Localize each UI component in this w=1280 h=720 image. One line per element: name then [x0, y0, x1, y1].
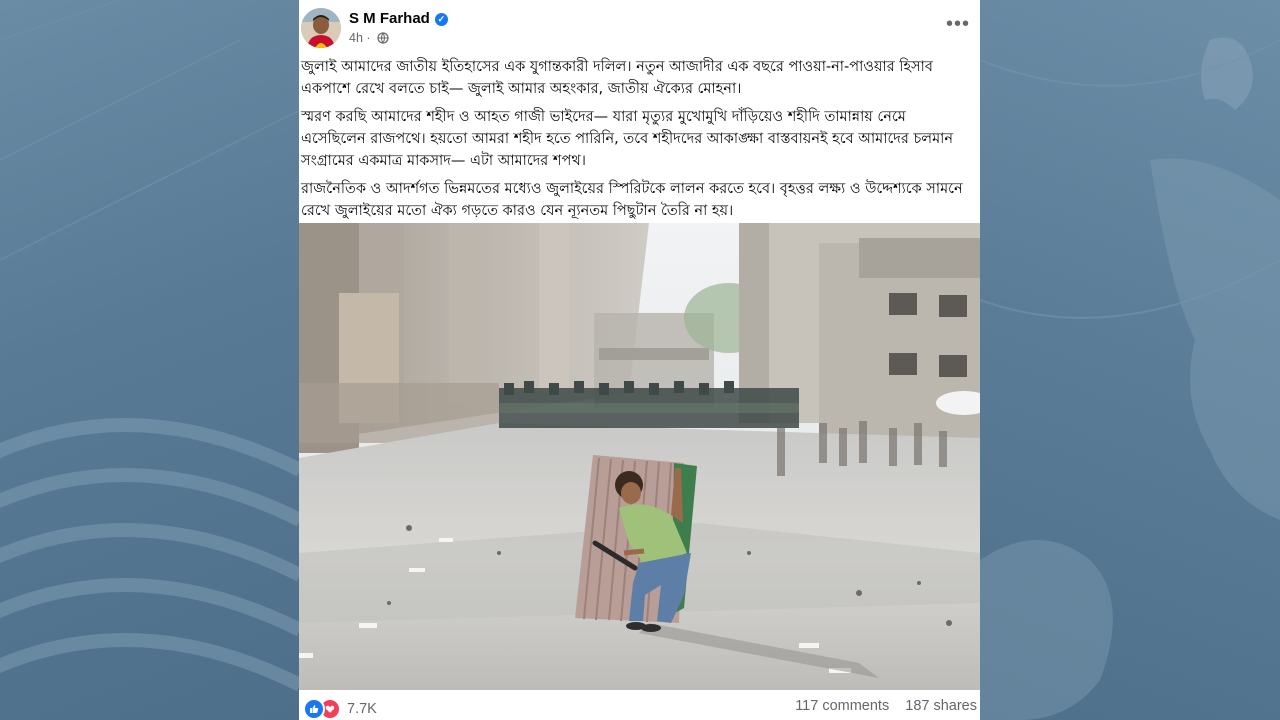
facebook-post: S M Farhad ✓ 4h · ••• জুলাই আমাদের জাতীয়… [299, 0, 980, 720]
post-paragraph-3: রাজনৈতিক ও আদর্শগত ভিন্নমতের মধ্যেও জুলা… [301, 181, 963, 219]
like-reaction-icon [303, 698, 325, 720]
background-globe-lines [0, 0, 299, 692]
post-stats: 117 comments 187 shares [783, 698, 977, 714]
comments-count[interactable]: 117 comments [795, 698, 889, 714]
post-text: জুলাই আমাদের জাতীয় ইতিহাসের এক যুগান্তক… [299, 56, 980, 222]
author-avatar[interactable] [301, 8, 341, 48]
more-options-icon[interactable]: ••• [946, 14, 970, 34]
post-time[interactable]: 4h [349, 31, 363, 45]
post-footer: 7.7K 117 comments 187 shares [299, 690, 980, 720]
globe-icon [377, 32, 389, 47]
reactions-count[interactable]: 7.7K [347, 701, 377, 717]
meta-separator: · [366, 31, 371, 45]
post-photo[interactable] [299, 223, 980, 690]
author-name[interactable]: S M Farhad ✓ [349, 10, 448, 27]
post-header: S M Farhad ✓ 4h · ••• [299, 0, 980, 56]
post-meta: 4h · [349, 31, 389, 47]
reactions-summary[interactable]: 7.7K [303, 698, 377, 720]
verified-badge-icon: ✓ [434, 13, 448, 26]
background-map-shape [980, 37, 1280, 720]
post-photo-scene [299, 223, 980, 690]
author-name-text[interactable]: S M Farhad [349, 10, 430, 27]
background-left-panel [0, 0, 299, 720]
background-right-panel [980, 0, 1280, 720]
post-paragraph-1: জুলাই আমাদের জাতীয় ইতিহাসের এক যুগান্তক… [301, 59, 933, 97]
post-paragraph-2: স্মরণ করছি আমাদের শহীদ ও আহত গাজী ভাইদের… [301, 109, 954, 169]
shares-count[interactable]: 187 shares [905, 698, 977, 714]
